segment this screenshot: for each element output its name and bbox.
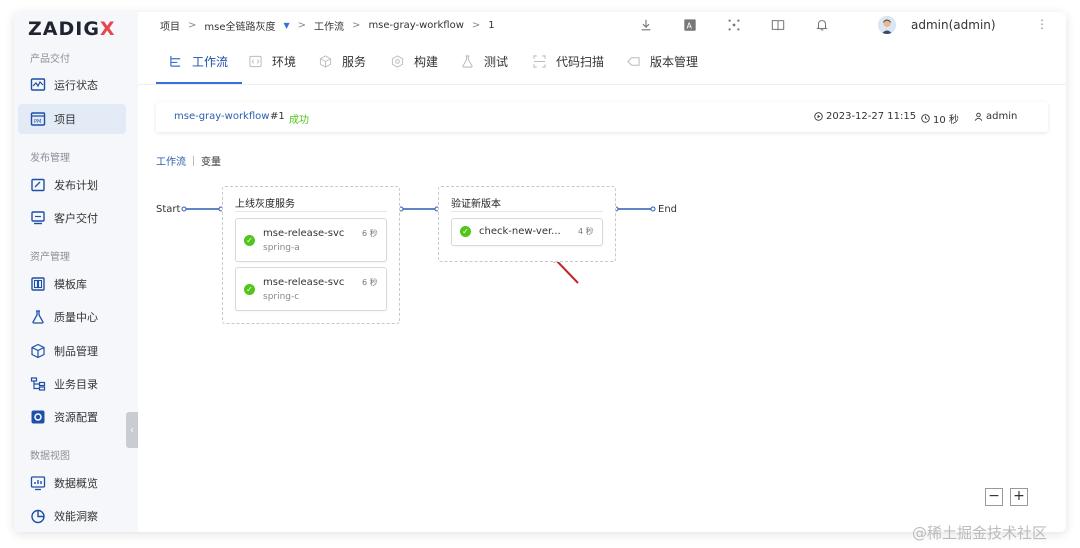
success-check-icon: ✓	[244, 235, 255, 246]
pipeline-connectors	[181, 206, 656, 284]
zoom-out-button[interactable]: −	[985, 488, 1003, 506]
pipeline-start: Start	[156, 204, 181, 215]
job-card[interactable]: ✓ check-new-ver... 4 秒	[451, 218, 603, 246]
stage-title: 上线灰度服务	[235, 199, 295, 210]
stage-verify: 验证新版本 ✓ check-new-ver... 4 秒	[438, 186, 616, 262]
job-card[interactable]: ✓ mse-release-svc spring-a 6 秒	[235, 218, 387, 262]
job-card[interactable]: ✓ mse-release-svc spring-c 6 秒	[235, 267, 387, 311]
workflow-canvas: Start End 上线灰度服务 ✓ mse-release-svc sprin…	[14, 12, 1066, 532]
success-check-icon: ✓	[460, 226, 471, 237]
stage-title: 验证新版本	[451, 199, 501, 210]
zoom-in-button[interactable]: +	[1010, 488, 1028, 506]
stage-gray-release: 上线灰度服务 ✓ mse-release-svc spring-a 6 秒 ✓ …	[222, 186, 400, 324]
app-window: ZADIGX 产品交付 运行状态 PM 项目 发布管理 发布计划 客户交付 资产…	[14, 12, 1066, 532]
pipeline-end: End	[658, 204, 678, 215]
watermark: @稀土掘金技术社区	[912, 524, 1048, 542]
success-check-icon: ✓	[244, 284, 255, 295]
